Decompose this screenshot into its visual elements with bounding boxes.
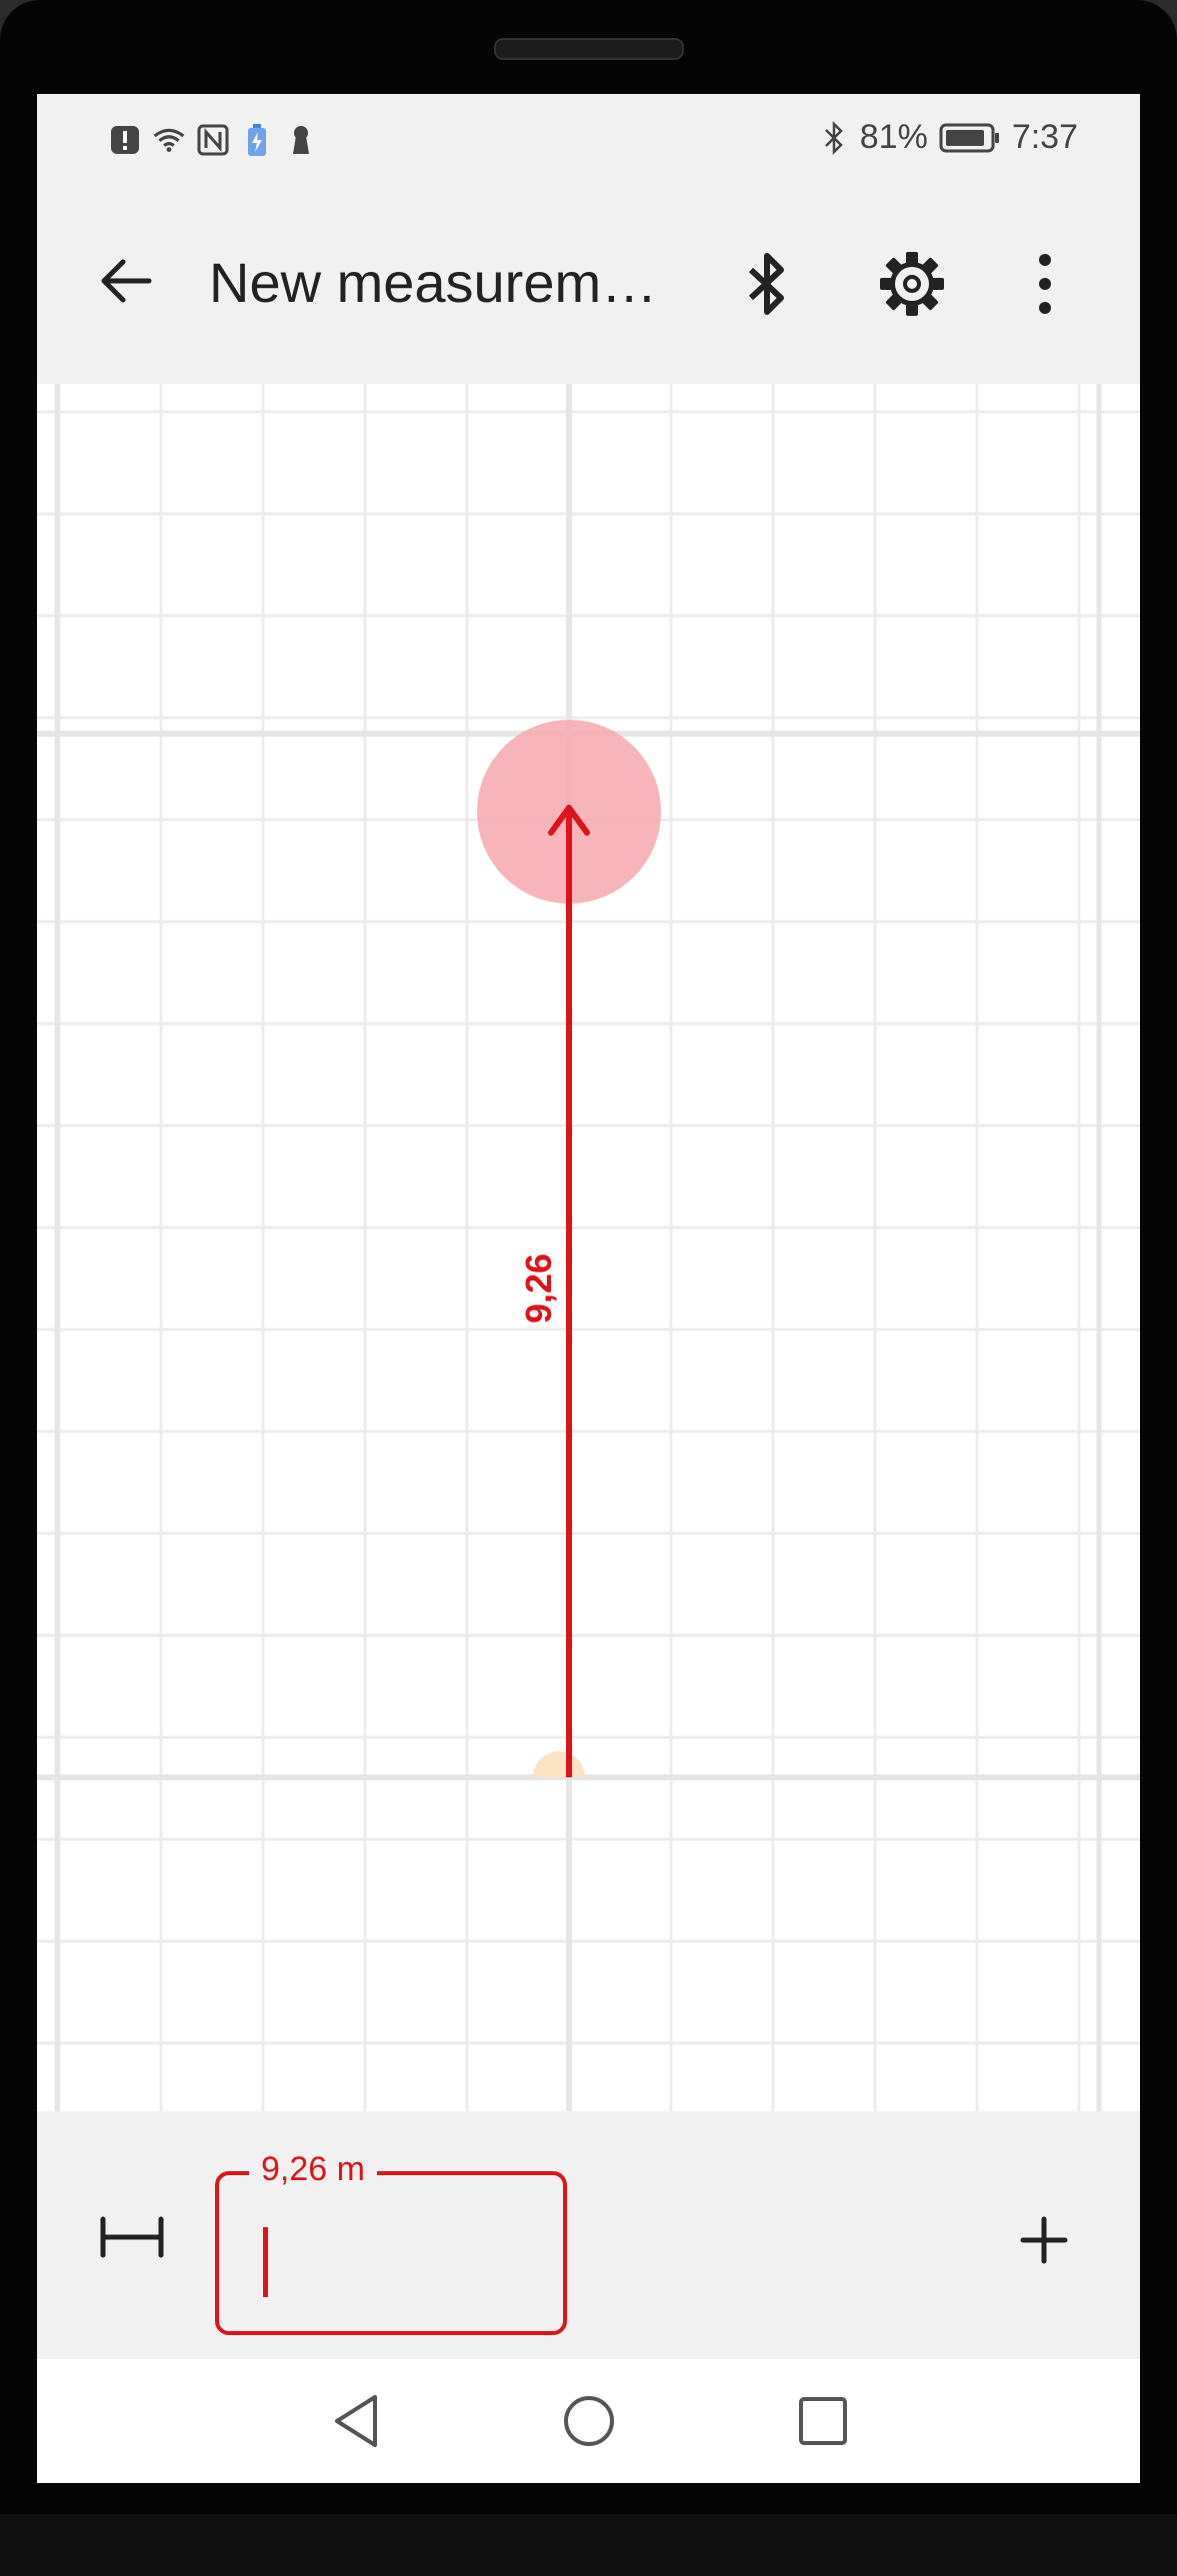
status-icons-right: 81% 7:37 (818, 118, 1078, 157)
nav-back-icon (335, 2395, 377, 2447)
bottom-bezel (0, 2514, 1177, 2576)
more-vert-icon (1039, 254, 1051, 314)
screen: 81% 7:37 New measurem… 9,26 9,26 m (37, 94, 1140, 2483)
drawing-canvas[interactable]: 9,26 (37, 384, 1140, 2111)
bottom-panel: 9,26 m (37, 2111, 1140, 2359)
nav-back-button[interactable] (327, 2391, 387, 2451)
battery-percent: 81% (859, 118, 928, 156)
back-arrow-icon (101, 259, 152, 303)
grid-major-lines (37, 384, 1140, 2111)
grid-surface: 9,26 (37, 384, 1140, 2111)
add-button[interactable] (1009, 2205, 1079, 2275)
gear-icon (880, 252, 944, 316)
add-icon (1020, 2216, 1068, 2264)
start-point-marker[interactable] (533, 1751, 585, 1777)
earpiece-speaker (494, 38, 684, 60)
clock: 7:37 (1011, 118, 1078, 156)
keyhole-icon (285, 122, 317, 158)
back-button[interactable] (91, 246, 161, 316)
grid-minor-lines (37, 384, 1140, 2111)
length-input-field[interactable]: 9,26 m (215, 2147, 567, 2335)
nfc-icon (197, 122, 229, 158)
dimension-tool-button[interactable] (97, 2207, 167, 2267)
app-bar: New measurem… (37, 194, 1140, 384)
battery-icon (938, 120, 1002, 156)
dimension-icon (100, 2216, 164, 2258)
nav-home-button[interactable] (559, 2391, 619, 2451)
page-title: New measurem… (209, 251, 658, 314)
bluetooth-icon (818, 120, 850, 156)
wifi-icon (153, 122, 185, 158)
status-bar: 81% 7:37 (37, 94, 1140, 194)
length-input-label: 9,26 m (249, 2147, 377, 2191)
bluetooth-button[interactable] (727, 244, 807, 324)
measurement-line-label: 9,26 (518, 1254, 559, 1323)
nav-home-icon (564, 2396, 614, 2446)
more-options-button[interactable] (1015, 244, 1075, 324)
system-nav-bar (37, 2359, 1140, 2483)
nav-recents-button[interactable] (793, 2391, 853, 2451)
text-caret (263, 2227, 268, 2297)
battery-saver-icon (241, 122, 273, 158)
settings-button[interactable] (872, 244, 952, 324)
status-icons-left (109, 122, 317, 158)
alert-icon (109, 122, 141, 158)
nav-recents-icon (799, 2397, 847, 2445)
bluetooth-icon (748, 253, 784, 315)
